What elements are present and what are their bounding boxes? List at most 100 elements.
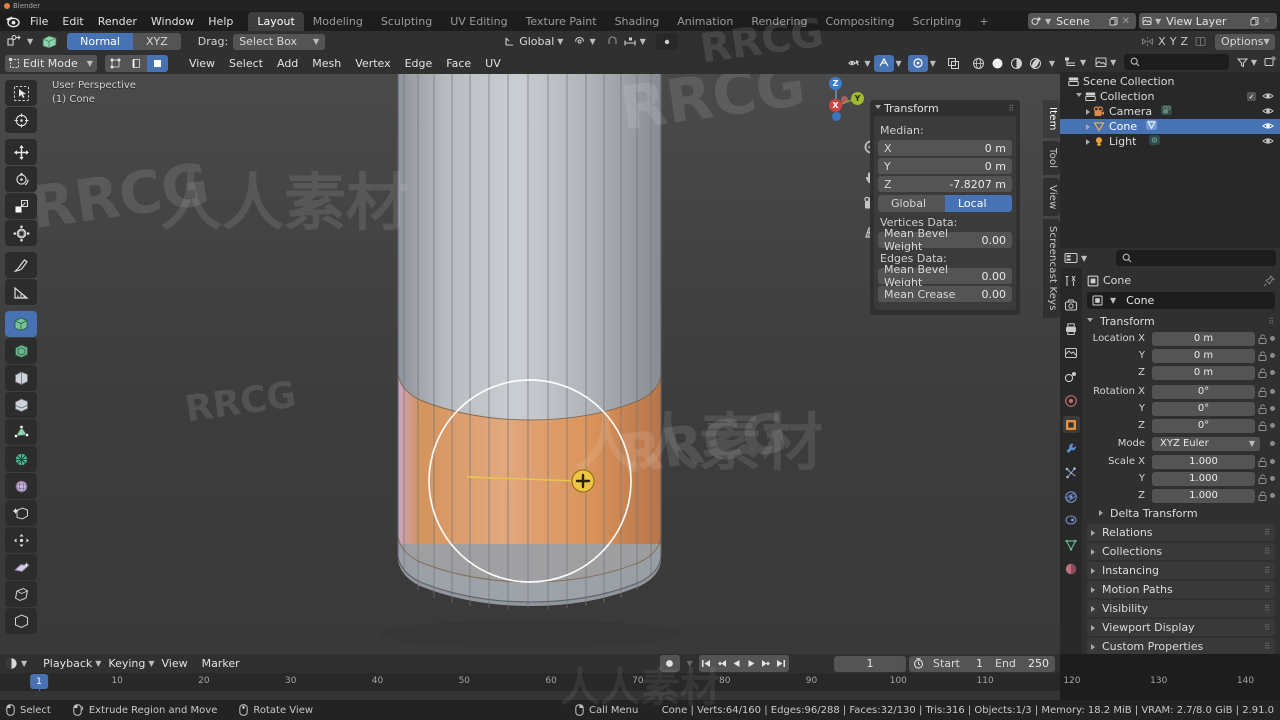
collections-panel[interactable]: Collections ⠿ [1087, 543, 1275, 560]
show-gizmo-button[interactable] [907, 54, 928, 72]
vp-menu-select[interactable]: Select [222, 55, 270, 72]
object-properties-tab[interactable] [1062, 416, 1080, 433]
outliner-row-camera[interactable]: Camera [1060, 104, 1280, 119]
n-tab-item[interactable]: Item [1043, 100, 1060, 138]
shrink-fatten-tool[interactable] [5, 554, 37, 580]
object-data-properties-tab[interactable] [1063, 536, 1080, 553]
tl-menu-marker[interactable]: Marker [195, 655, 247, 672]
current-frame-field[interactable]: 1 [834, 655, 906, 672]
play-reverse-button[interactable] [729, 655, 744, 672]
gizmo-axis-x[interactable]: X [829, 99, 842, 112]
gizmo-axis-z[interactable]: Z [829, 77, 842, 90]
gizmo-axis-neg-x[interactable] [841, 96, 848, 103]
properties-editor-type[interactable]: ▼ [1064, 252, 1087, 264]
tab-compositing[interactable]: Compositing [817, 12, 904, 31]
transform-orientation-dropdown[interactable]: Global ▼ [503, 35, 563, 48]
wireframe-shading-button[interactable] [970, 57, 988, 70]
vp-menu-add[interactable]: Add [270, 55, 305, 72]
tl-menu-playback[interactable]: Playback [36, 655, 99, 672]
properties-editor[interactable]: ▼ Cone ▼ Cone Transform ⠿ Location X 0 m… [1060, 248, 1280, 654]
tab-rendering[interactable]: Rendering [742, 12, 816, 31]
lock-icon[interactable] [1258, 333, 1267, 344]
world-properties-tab[interactable] [1063, 392, 1080, 409]
outliner-row-collection[interactable]: Collection ✓ [1060, 89, 1280, 104]
relations-panel[interactable]: Relations ⠿ [1087, 524, 1275, 541]
topology-mirror-icon[interactable] [1194, 35, 1207, 48]
tab-shading[interactable]: Shading [606, 12, 669, 31]
tab-layout[interactable]: Layout [248, 11, 304, 31]
chevron-down-icon[interactable]: ▼ [1249, 439, 1255, 448]
location-x-value[interactable]: 0 m [1152, 331, 1255, 346]
output-properties-tab[interactable] [1063, 320, 1080, 337]
end-frame-field[interactable]: End 250 [989, 655, 1055, 672]
animate-property-icon[interactable] [1270, 370, 1275, 375]
mesh-data-icon[interactable] [1145, 119, 1158, 134]
scene-properties-tab[interactable] [1063, 368, 1080, 385]
lock-icon[interactable] [1258, 367, 1267, 378]
orientation-xyz-button[interactable]: XYZ [132, 33, 181, 50]
tweak-tool[interactable] [5, 80, 37, 106]
tl-menu-keying[interactable]: Keying [101, 655, 152, 672]
lock-icon[interactable] [1258, 350, 1267, 361]
median-z-field[interactable]: Z -7.8207 m [878, 176, 1012, 192]
median-x-field[interactable]: X 0 m [878, 140, 1012, 156]
measure-tool[interactable] [5, 279, 37, 305]
animate-property-icon[interactable] [1270, 353, 1275, 358]
new-viewlayer-icon[interactable] [1250, 16, 1260, 26]
n-tab-view[interactable]: View [1043, 177, 1060, 217]
mirror-icon[interactable] [1141, 35, 1154, 48]
outliner-row-light[interactable]: Light [1060, 134, 1280, 149]
local-space-button[interactable]: Local [945, 195, 1012, 212]
mirror-axis-x[interactable]: X [1158, 35, 1166, 48]
lock-icon[interactable] [1258, 473, 1267, 484]
drag-dropdown[interactable]: Select Box ▼ [233, 33, 326, 50]
jump-to-end-button[interactable] [774, 655, 789, 672]
remove-scene-icon[interactable]: ✕ [1122, 16, 1130, 27]
collection-checkbox[interactable]: ✓ [1247, 92, 1256, 101]
jump-to-prev-keyframe-button[interactable] [714, 655, 729, 672]
instancing-panel[interactable]: Instancing ⠿ [1087, 562, 1275, 579]
solid-shading-button[interactable] [989, 57, 1007, 70]
location-z-value[interactable]: 0 m [1152, 365, 1255, 380]
physics-properties-tab[interactable] [1063, 488, 1080, 505]
navigation-gizmo[interactable]: Z X Y [821, 70, 875, 124]
vp-menu-face[interactable]: Face [439, 55, 478, 72]
animate-property-icon[interactable] [1270, 389, 1275, 394]
vp-menu-vertex[interactable]: Vertex [348, 55, 397, 72]
rotation-mode-value[interactable]: XYZ Euler [1152, 436, 1260, 451]
animate-property-icon[interactable] [1270, 441, 1275, 446]
edge-select-mode-button[interactable] [125, 54, 147, 72]
timeline-editor[interactable]: ▼ Playback ▼ Keying ▼ View Marker ▼ 1 St… [0, 654, 1254, 719]
outliner-new-collection-icon[interactable] [1264, 56, 1276, 68]
outliner-editor[interactable]: ▼ ▼ ▼ Scene Collection Collection ✓ Came… [1060, 52, 1280, 248]
move-tool[interactable] [5, 139, 37, 165]
loop-cut-tool[interactable] [5, 392, 37, 418]
tab-animation[interactable]: Animation [668, 12, 742, 31]
timeline-ruler[interactable]: 1020304050607080901001101201301401501601… [0, 673, 1254, 719]
outliner-row-scene-collection[interactable]: Scene Collection [1060, 74, 1280, 89]
xray-toggle-button[interactable] [873, 54, 894, 72]
scene-selector[interactable]: ▼ Scene ✕ [1028, 13, 1136, 29]
n-tab-screencast-keys[interactable]: Screencast Keys [1043, 219, 1060, 318]
3d-viewport[interactable]: RRCG RRCG RRCG RRCG 人人素材 人人素材 Edit Mode … [0, 52, 1060, 654]
expand-triangle-icon[interactable] [1086, 138, 1090, 145]
modifier-properties-tab[interactable] [1063, 440, 1080, 457]
blender-logo-icon[interactable] [3, 13, 21, 29]
face-select-mode-button[interactable] [146, 54, 168, 72]
animate-property-icon[interactable] [1270, 406, 1275, 411]
tab-sculpting[interactable]: Sculpting [372, 12, 441, 31]
particles-properties-tab[interactable] [1063, 464, 1080, 481]
scale-tool[interactable] [5, 193, 37, 219]
viewport-display-panel[interactable]: Viewport Display ⠿ [1087, 619, 1275, 636]
eye-icon[interactable] [1262, 121, 1274, 134]
light-data-icon[interactable] [1148, 134, 1161, 149]
edge-mean-bevel-weight-field[interactable]: Mean Bevel Weight 0.00 [878, 263, 1012, 289]
eye-icon[interactable] [1262, 106, 1274, 119]
scale-y-value[interactable]: 1.000 [1152, 471, 1255, 486]
animate-property-icon[interactable] [1270, 423, 1275, 428]
lock-icon[interactable] [1258, 490, 1267, 501]
mirror-axis-y[interactable]: Y [1170, 35, 1177, 48]
scale-z-value[interactable]: 1.000 [1152, 488, 1255, 503]
expand-triangle-icon[interactable] [1086, 123, 1090, 130]
outliner-editor-type[interactable]: ▼ [1064, 56, 1086, 68]
